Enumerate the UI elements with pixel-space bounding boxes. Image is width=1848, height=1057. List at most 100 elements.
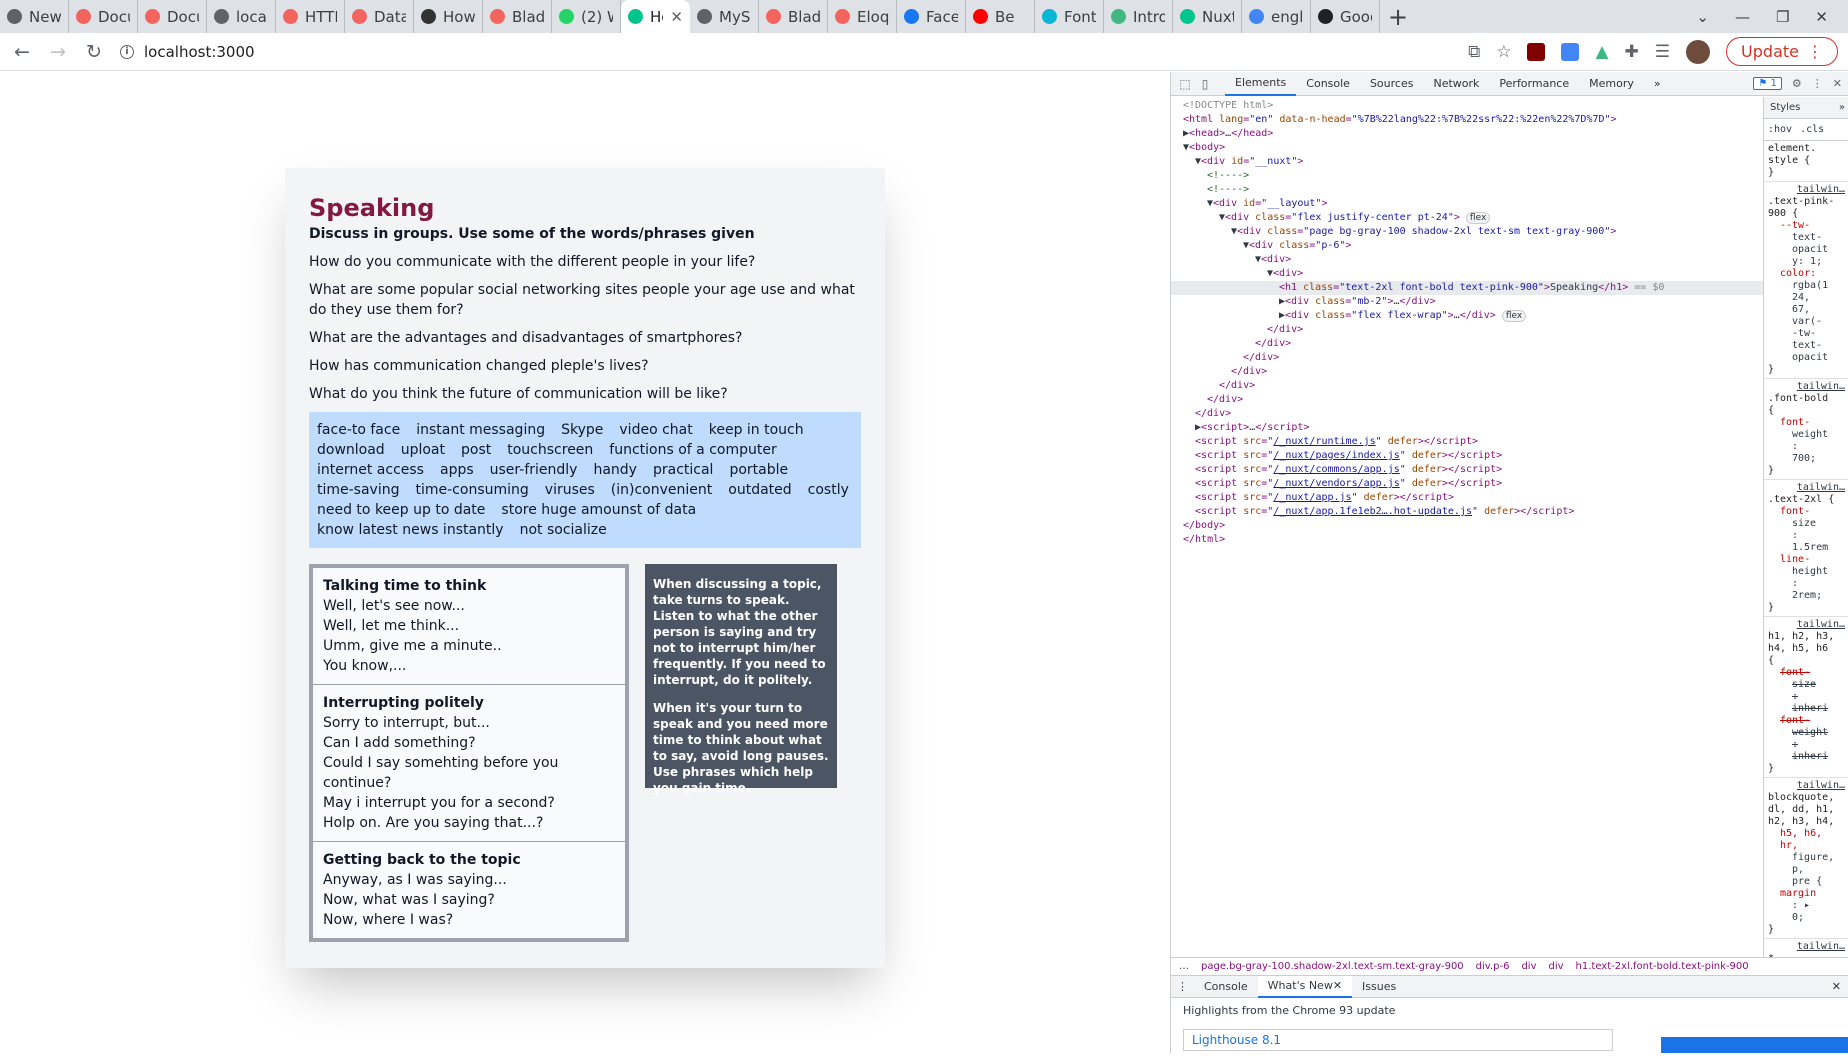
dom-node-line[interactable]: ▶<div class="flex flex-wrap">…</div> fle…: [1171, 309, 1763, 323]
dom-node-line[interactable]: ▼<body>: [1171, 141, 1763, 155]
browser-tab[interactable]: Googl: [1311, 0, 1380, 33]
breadcrumb-ellipsis[interactable]: …: [1179, 961, 1189, 972]
css-rule[interactable]: tailwin… .font-bold{font-weight:700;}: [1764, 379, 1848, 480]
devtools-tab-console[interactable]: Console: [1296, 72, 1360, 96]
devtools-tab-sources[interactable]: Sources: [1360, 72, 1424, 96]
dom-node-line[interactable]: <script src="/_nuxt/app.js" defer></scri…: [1171, 491, 1763, 505]
close-drawer-icon[interactable]: ✕: [1832, 980, 1848, 993]
dom-node-line[interactable]: ▼<div id="__layout">: [1171, 197, 1763, 211]
cls-toggle[interactable]: .cls: [1800, 124, 1824, 136]
css-rule[interactable]: tailwin… .text-2xl {font-size:1.5rem line-…: [1764, 480, 1848, 617]
google-translate-extension-icon[interactable]: [1561, 42, 1580, 61]
dom-node-line[interactable]: ▼<div id="__nuxt">: [1171, 155, 1763, 169]
dom-node-line[interactable]: </div>: [1171, 351, 1763, 365]
breadcrumb-item[interactable]: div: [1548, 961, 1563, 972]
reload-icon[interactable]: ↻: [76, 41, 112, 63]
translate-icon[interactable]: ⧉: [1468, 42, 1480, 62]
url-text[interactable]: localhost:3000: [144, 43, 255, 61]
devtools-tab-elements[interactable]: Elements: [1225, 72, 1297, 96]
browser-tab[interactable]: MySQ: [690, 0, 759, 33]
dom-node-line[interactable]: <script src="/_nuxt/app.1fe1eb2….hot-upd…: [1171, 505, 1763, 519]
dom-node-line[interactable]: <html lang="en" data-n-head="%7B%22lang%…: [1171, 113, 1763, 127]
close-tab-icon[interactable]: ✕: [670, 8, 683, 26]
browser-tab[interactable]: Be: [966, 0, 1035, 33]
dom-node-line[interactable]: ▶<div class="mb-2">…</div>: [1171, 295, 1763, 309]
drawer-tab[interactable]: Console: [1194, 976, 1258, 998]
css-rule[interactable]: tailwin… .text-pink- 900 {--tw-text-opacit…: [1764, 182, 1848, 379]
reading-list-icon[interactable]: ☰: [1655, 42, 1670, 62]
dom-node-line[interactable]: <!DOCTYPE html>: [1171, 99, 1763, 113]
more-tabs-icon[interactable]: »: [1644, 72, 1671, 96]
browser-tab[interactable]: How t: [414, 0, 483, 33]
lighthouse-card[interactable]: Lighthouse 8.1: [1183, 1029, 1613, 1051]
dom-node-line[interactable]: <script src="/_nuxt/commons/app.js" defe…: [1171, 463, 1763, 477]
device-toolbar-icon[interactable]: ▯: [1195, 77, 1215, 91]
browser-tab[interactable]: englis: [1242, 0, 1311, 33]
dom-node-line[interactable]: ▼<div>: [1171, 267, 1763, 281]
close-drawer-tab-icon[interactable]: ✕: [1333, 979, 1342, 992]
browser-tab[interactable]: Faceb: [897, 0, 966, 33]
css-rule[interactable]: tailwin…*,::before,::after {--tw-ring-in…: [1764, 939, 1848, 957]
browser-tab[interactable]: HTTP: [276, 0, 345, 33]
browser-tab[interactable]: Introc: [1104, 0, 1173, 33]
browser-tab[interactable]: Datab: [345, 0, 414, 33]
dom-node-line[interactable]: </div>: [1171, 337, 1763, 351]
address-bar[interactable]: i localhost:3000: [120, 37, 1468, 67]
dom-node-line[interactable]: ▶<head>…</head>: [1171, 127, 1763, 141]
tab-search-icon[interactable]: ⌄: [1696, 8, 1709, 26]
forward-icon[interactable]: →: [40, 41, 76, 63]
drawer-tab[interactable]: What's New ✕: [1257, 975, 1353, 998]
back-icon[interactable]: ←: [4, 41, 40, 63]
hov-toggle[interactable]: :hov: [1768, 124, 1792, 136]
dom-node-line[interactable]: <h1 class="text-2xl font-bold text-pink-…: [1171, 281, 1763, 295]
browser-tab[interactable]: Blade: [483, 0, 552, 33]
dom-node-line[interactable]: ▼<div class="flex justify-center pt-24">…: [1171, 211, 1763, 225]
dom-node-line[interactable]: ▶<script>…</script>: [1171, 421, 1763, 435]
dom-node-line[interactable]: <!---->: [1171, 183, 1763, 197]
browser-tab[interactable]: Font S: [1035, 0, 1104, 33]
dom-node-line[interactable]: </body>: [1171, 519, 1763, 533]
settings-gear-icon[interactable]: ⚙: [1792, 77, 1802, 90]
minimize-icon[interactable]: —: [1735, 8, 1750, 26]
drawer-tab[interactable]: Issues: [1352, 976, 1406, 998]
ublock-extension-icon[interactable]: [1527, 42, 1546, 61]
css-rule[interactable]: tailwin… h1, h2, h3, h4, h5, h6{font-size:…: [1764, 617, 1848, 778]
close-devtools-icon[interactable]: ✕: [1833, 77, 1842, 90]
browser-tab[interactable]: Nuxt: [1173, 0, 1242, 33]
update-button[interactable]: Update ⋮: [1726, 37, 1838, 66]
breadcrumb-item[interactable]: div.p-6: [1476, 961, 1510, 972]
vue-devtools-icon[interactable]: ▲: [1595, 42, 1608, 62]
bookmark-star-icon[interactable]: ☆: [1496, 42, 1511, 62]
devtools-tab-performance[interactable]: Performance: [1489, 72, 1579, 96]
browser-tab[interactable]: New T: [0, 0, 69, 33]
devtools-tab-network[interactable]: Network: [1423, 72, 1489, 96]
profile-avatar[interactable]: [1686, 39, 1711, 64]
dom-node-line[interactable]: </div>: [1171, 323, 1763, 337]
browser-tab[interactable]: (2) Wl: [552, 0, 621, 33]
browser-tab[interactable]: Ho ✕: [621, 0, 690, 33]
dom-node-line[interactable]: </div>: [1171, 379, 1763, 393]
devtools-menu-icon[interactable]: ⋮: [1812, 77, 1823, 90]
close-window-icon[interactable]: ✕: [1815, 8, 1828, 26]
breadcrumb-item[interactable]: page.bg-gray-100.shadow-2xl.text-sm.text…: [1201, 961, 1464, 972]
browser-tab[interactable]: Docur: [138, 0, 207, 33]
breadcrumb-item[interactable]: h1.text-2xl.font-bold.text-pink-900: [1576, 961, 1749, 972]
browser-tab[interactable]: Docur: [69, 0, 138, 33]
browser-tab[interactable]: localh: [207, 0, 276, 33]
css-rule[interactable]: tailwin… blockquote, dl, dd, h1, h2, h3, h4…: [1764, 778, 1848, 939]
breadcrumb-item[interactable]: div: [1521, 961, 1536, 972]
dom-node-line[interactable]: ▼<div>: [1171, 253, 1763, 267]
dom-node-line[interactable]: <script src="/_nuxt/pages/index.js" defe…: [1171, 449, 1763, 463]
browser-tab[interactable]: Blade: [759, 0, 828, 33]
styles-more-icon[interactable]: »: [1839, 102, 1848, 114]
dom-node-line[interactable]: <!---->: [1171, 169, 1763, 183]
dom-node-line[interactable]: </div>: [1171, 407, 1763, 421]
devtools-tab-memory[interactable]: Memory: [1579, 72, 1644, 96]
new-tab-button[interactable]: +: [1380, 0, 1416, 33]
dom-node-line[interactable]: </html>: [1171, 533, 1763, 547]
restore-icon[interactable]: ❐: [1776, 8, 1789, 26]
inspect-element-icon[interactable]: ⬚: [1175, 77, 1195, 91]
drawer-menu-icon[interactable]: ⋮: [1171, 980, 1194, 993]
styles-tab[interactable]: Styles »: [1764, 97, 1848, 119]
dom-node-line[interactable]: <script src="/_nuxt/vendors/app.js" defe…: [1171, 477, 1763, 491]
